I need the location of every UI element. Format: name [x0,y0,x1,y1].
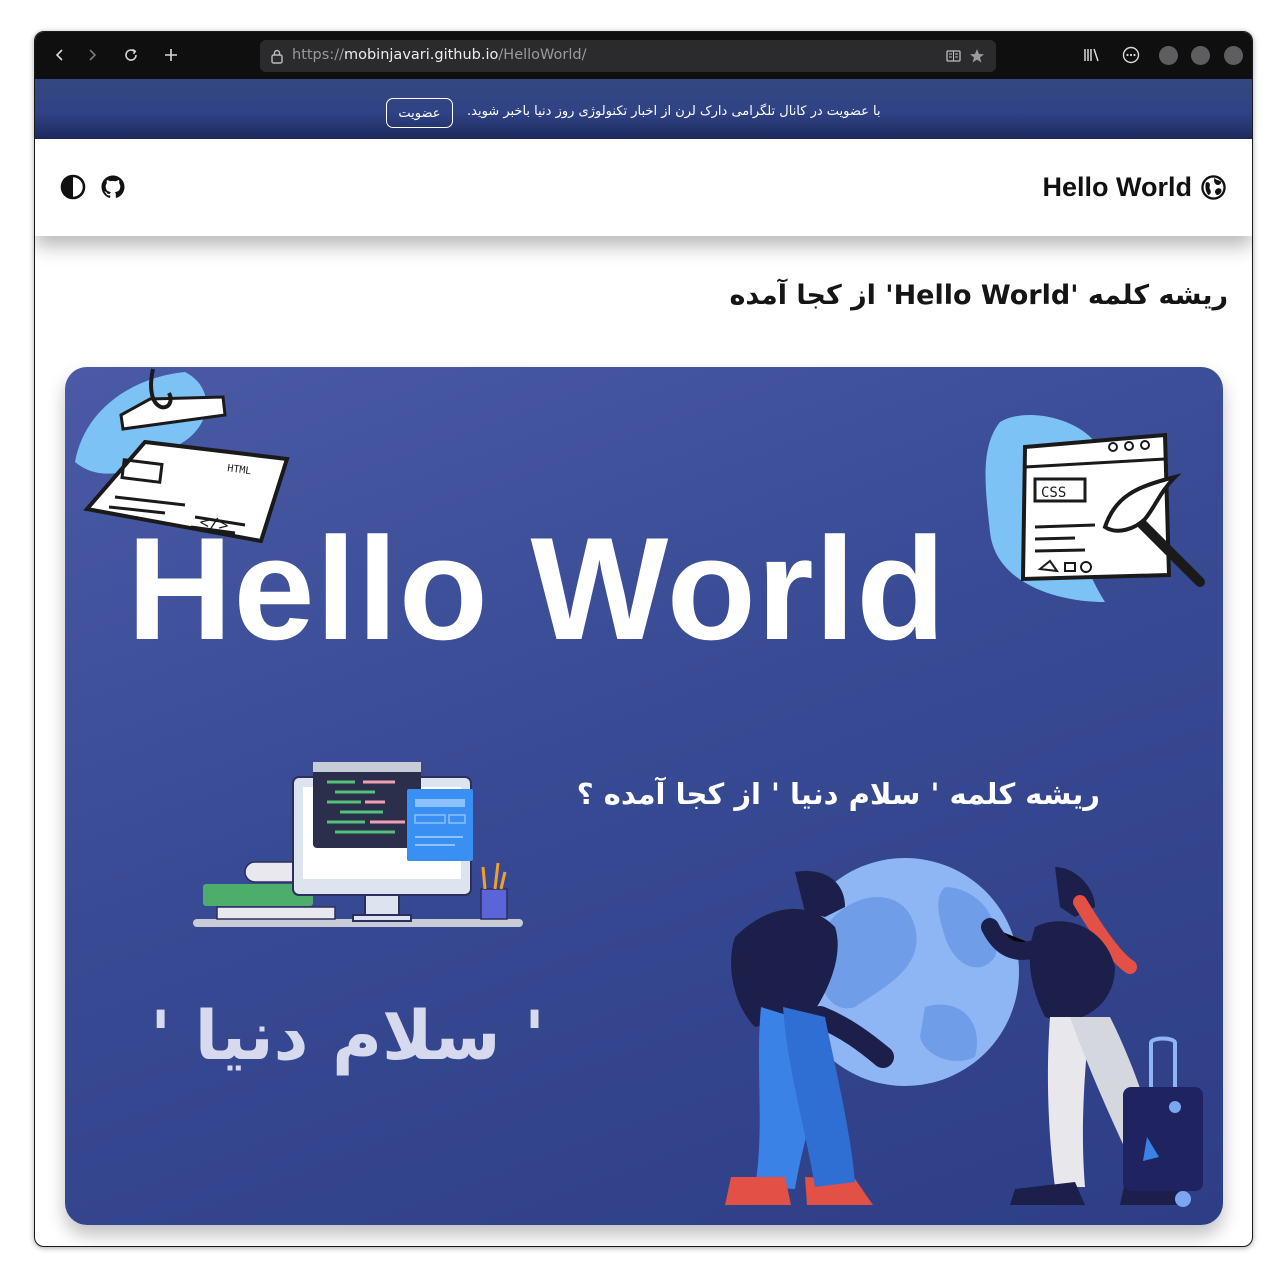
hero-banner: HTML </> CSS Hello World ریشه کلمه ' سلا… [65,367,1223,1225]
join-button[interactable]: عضویت [386,98,453,128]
new-tab-button[interactable] [159,43,183,67]
reader-view-icon [946,50,961,62]
theme-toggle-icon [60,174,86,200]
more-icon [1122,46,1140,64]
library-button[interactable] [1080,43,1104,67]
github-icon [101,175,125,198]
svg-text:CSS: CSS [1041,485,1066,501]
announcement-banner: با عضویت در کانال تلگرامی دارک لرن از اخ… [35,79,1252,139]
site-title: Hello World [1042,171,1192,202]
announcement-text: با عضویت در کانال تلگرامی دارک لرن از اخ… [467,104,881,119]
back-button[interactable] [48,43,72,67]
bookmark-star-icon [970,49,984,63]
css-window-sticker: CSS [985,414,1205,602]
browser-toolbar: https://mobinjavari.github.io/HelloWorld… [35,32,1252,79]
chevron-right-icon [89,49,97,61]
reload-icon [125,48,137,61]
site-header: Hello World [35,139,1252,236]
theme-toggle[interactable] [60,174,86,200]
computer-desk-illustration [193,762,523,927]
plus-icon [165,49,177,61]
close-button[interactable] [1224,46,1243,65]
url-text: https://mobinjavari.github.io/HelloWorld… [292,47,587,63]
site-brand[interactable]: Hello World [1042,172,1226,202]
library-icon [1084,48,1099,62]
browser-window: https://mobinjavari.github.io/HelloWorld… [34,31,1253,1247]
menu-button[interactable] [1119,43,1143,67]
address-bar[interactable]: https://mobinjavari.github.io/HelloWorld… [260,40,996,72]
hero-greeting: ' سلام دنیا ' [150,997,545,1076]
chevron-left-icon [55,49,63,61]
minimize-button[interactable] [1159,46,1178,65]
hero-title: Hello World [127,507,947,670]
people-globe-illustration [725,858,1203,1207]
forward-button[interactable] [80,43,104,67]
reload-button[interactable] [119,43,143,67]
lock-icon [271,49,283,64]
globe-icon [1201,174,1226,200]
hero-question: ریشه کلمه ' سلام دنیا ' از کجا آمده ؟ [576,777,1100,811]
page-title: ریشه کلمه 'Hello World' از کجا آمده [729,280,1228,311]
maximize-button[interactable] [1191,46,1210,65]
github-link[interactable] [100,174,126,200]
